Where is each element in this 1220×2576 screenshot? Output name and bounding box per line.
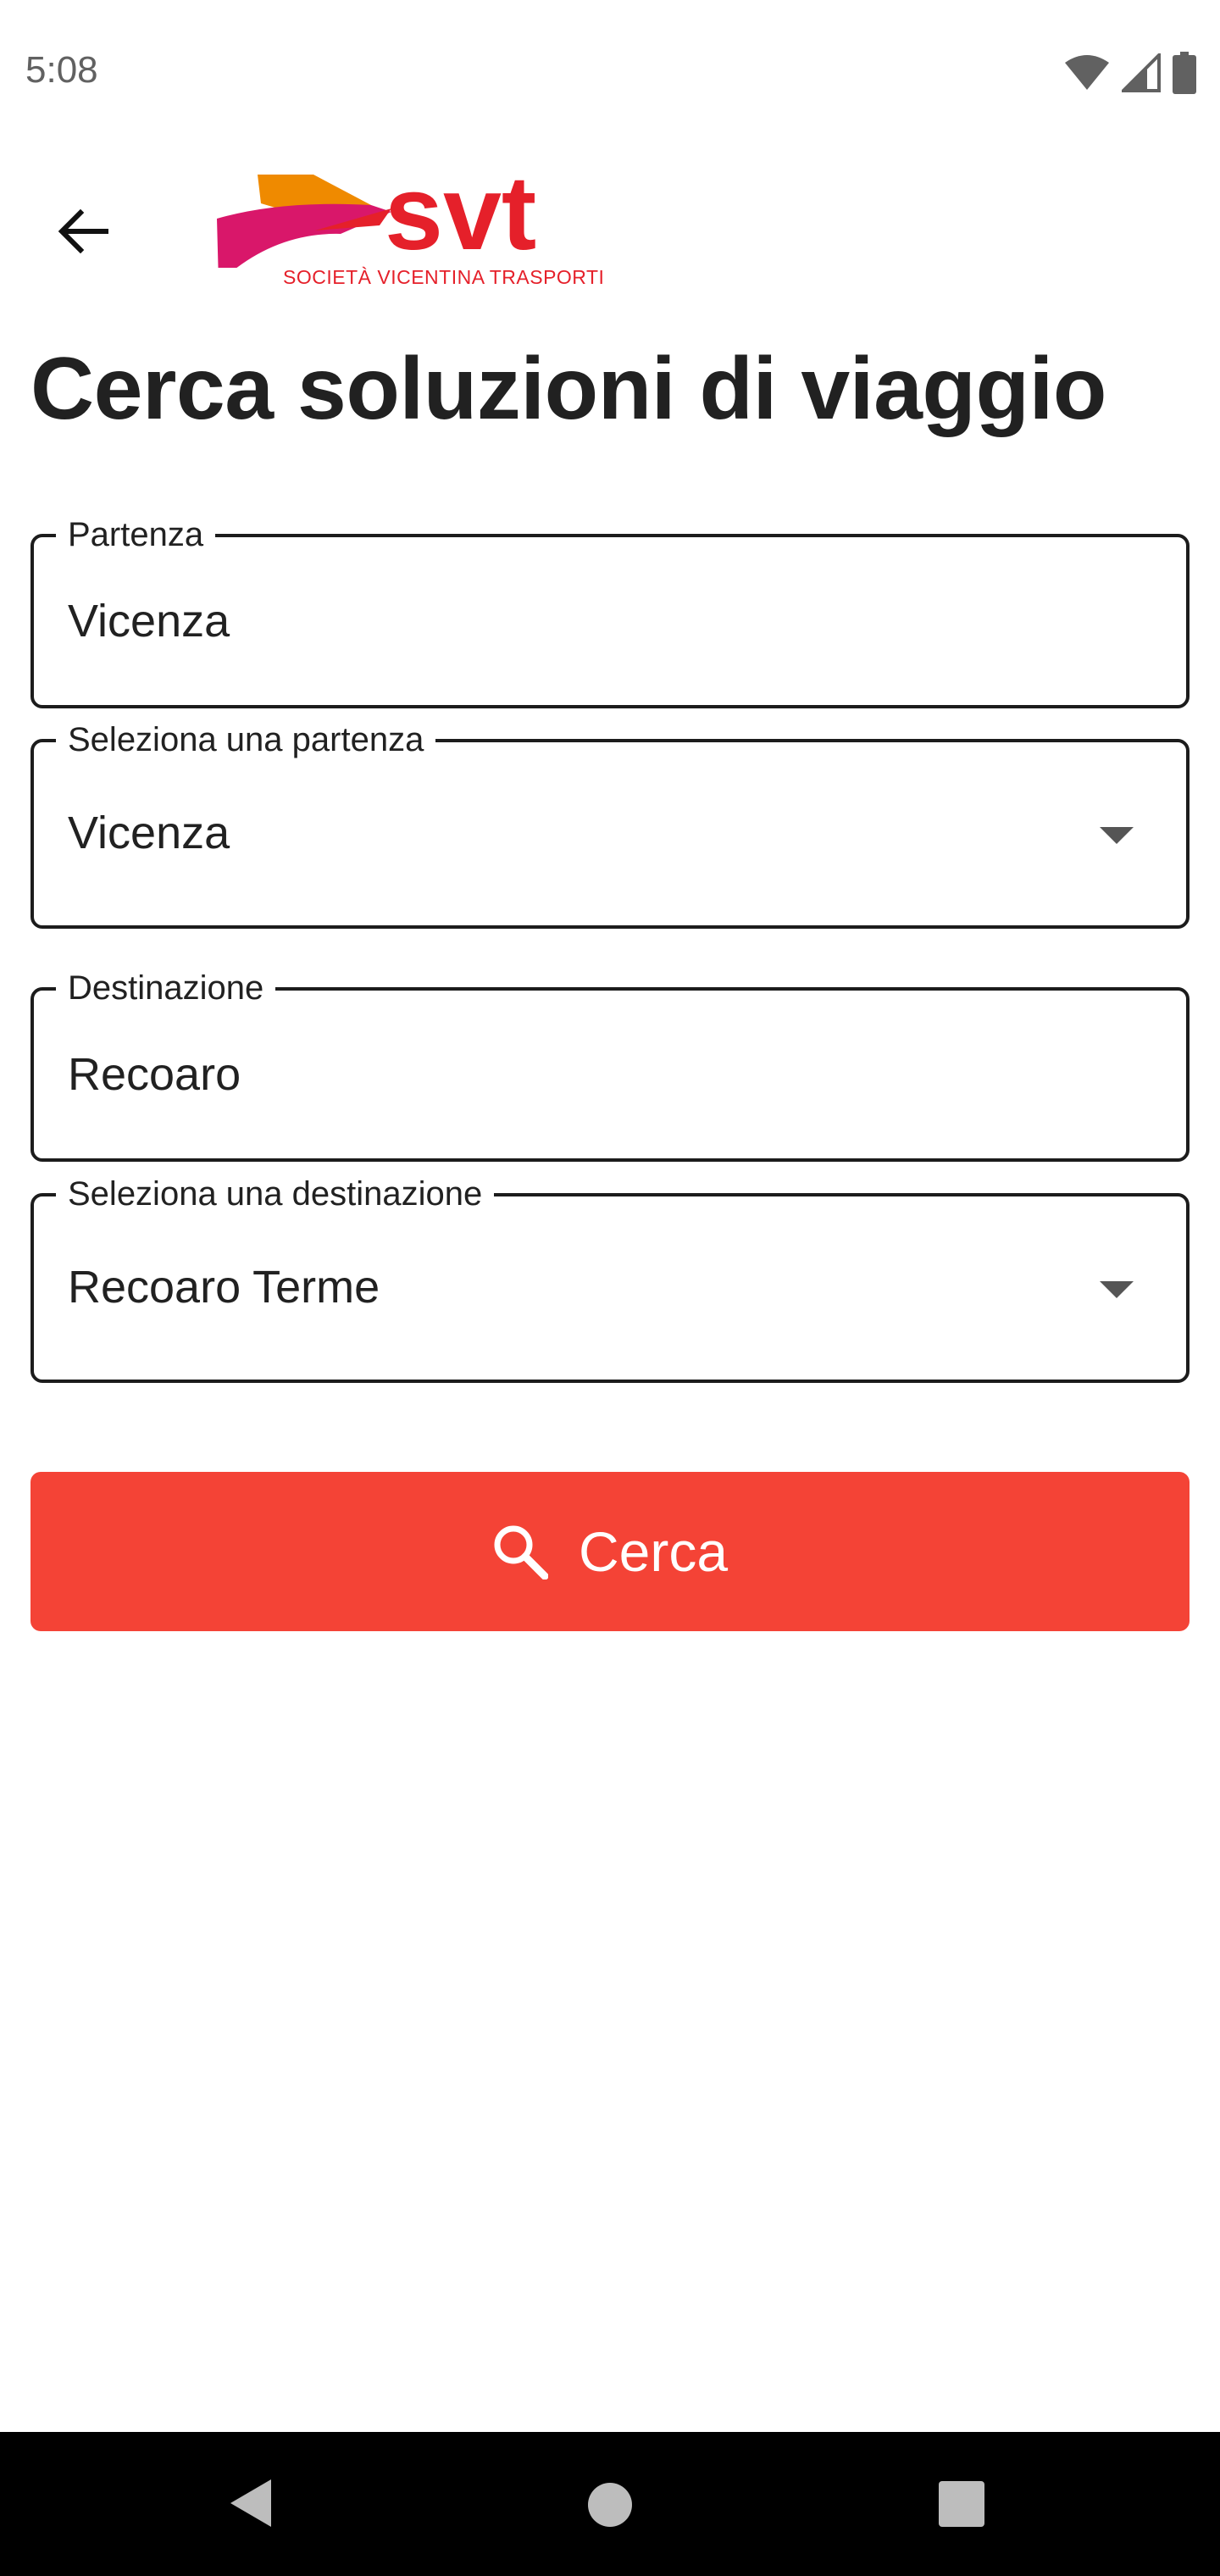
destination-select-label: Seleziona una destinazione — [56, 1174, 495, 1213]
search-button[interactable]: Cerca — [30, 1472, 1190, 1631]
nav-home-icon[interactable] — [588, 2483, 632, 2527]
back-button[interactable] — [42, 191, 124, 272]
nav-recents-icon[interactable] — [939, 2481, 984, 2527]
dropdown-arrow-icon[interactable] — [1100, 1281, 1134, 1298]
signal-icon — [1122, 53, 1161, 92]
search-icon — [494, 1525, 548, 1579]
nav-back-icon[interactable] — [227, 2476, 274, 2530]
status-icons — [1064, 51, 1196, 95]
destination-field[interactable]: Destinazione Recoaro — [30, 969, 1190, 1162]
destination-value[interactable]: Recoaro — [68, 1048, 241, 1101]
dropdown-arrow-icon[interactable] — [1100, 827, 1134, 844]
departure-select[interactable]: Seleziona una partenza Vicenza — [30, 720, 1190, 929]
search-button-label: Cerca — [578, 1520, 729, 1583]
departure-label: Partenza — [56, 515, 216, 554]
wifi-icon — [1065, 55, 1109, 90]
destination-select-value: Recoaro Terme — [68, 1262, 380, 1313]
status-bar: 5:08 — [0, 0, 1220, 144]
destination-label: Destinazione — [56, 969, 276, 1008]
screen: 5:08 svt SOCIETÀ VICENTINA TRASPORTI Cer… — [0, 0, 1220, 2576]
destination-select[interactable]: Seleziona una destinazione Recoaro Terme — [30, 1174, 1190, 1383]
departure-value[interactable]: Vicenza — [68, 595, 230, 647]
status-time: 5:08 — [25, 49, 98, 91]
departure-select-label: Seleziona una partenza — [56, 720, 436, 759]
system-nav-bar — [0, 2432, 1220, 2576]
svt-logo: svt SOCIETÀ VICENTINA TRASPORTI — [214, 155, 604, 290]
page-title: Cerca soluzioni di viaggio — [30, 340, 1106, 438]
logo-caption: SOCIETÀ VICENTINA TRASPORTI — [283, 266, 605, 288]
arrow-back-icon — [58, 209, 108, 253]
svt-logo-mark: svt — [217, 155, 536, 283]
departure-field[interactable]: Partenza Vicenza — [30, 515, 1190, 708]
battery-icon — [1173, 52, 1196, 94]
departure-select-value: Vicenza — [68, 808, 230, 858]
logo-wordmark: svt — [385, 166, 536, 268]
